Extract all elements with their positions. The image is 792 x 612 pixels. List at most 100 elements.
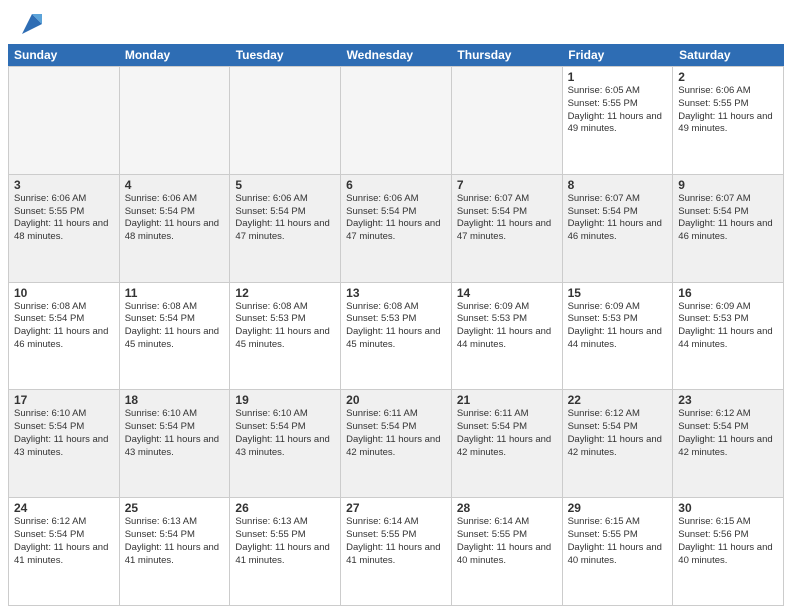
day-info: Sunrise: 6:15 AM Sunset: 5:55 PM Dayligh… bbox=[568, 516, 668, 567]
day-number: 28 bbox=[457, 501, 557, 515]
header-cell-sunday: Sunday bbox=[8, 44, 119, 66]
day-info: Sunrise: 6:12 AM Sunset: 5:54 PM Dayligh… bbox=[678, 408, 778, 459]
day-number: 11 bbox=[125, 286, 225, 300]
day-info: Sunrise: 6:14 AM Sunset: 5:55 PM Dayligh… bbox=[457, 516, 557, 567]
day-number: 16 bbox=[678, 286, 778, 300]
day-info: Sunrise: 6:09 AM Sunset: 5:53 PM Dayligh… bbox=[678, 301, 778, 352]
day-info: Sunrise: 6:14 AM Sunset: 5:55 PM Dayligh… bbox=[346, 516, 446, 567]
calendar-cell: 1Sunrise: 6:05 AM Sunset: 5:55 PM Daylig… bbox=[563, 67, 674, 174]
calendar-cell: 26Sunrise: 6:13 AM Sunset: 5:55 PM Dayli… bbox=[230, 498, 341, 605]
day-number: 5 bbox=[235, 178, 335, 192]
calendar-cell: 12Sunrise: 6:08 AM Sunset: 5:53 PM Dayli… bbox=[230, 283, 341, 390]
calendar-cell: 9Sunrise: 6:07 AM Sunset: 5:54 PM Daylig… bbox=[673, 175, 784, 282]
calendar-cell: 22Sunrise: 6:12 AM Sunset: 5:54 PM Dayli… bbox=[563, 390, 674, 497]
calendar-cell: 2Sunrise: 6:06 AM Sunset: 5:55 PM Daylig… bbox=[673, 67, 784, 174]
day-info: Sunrise: 6:11 AM Sunset: 5:54 PM Dayligh… bbox=[457, 408, 557, 459]
day-info: Sunrise: 6:10 AM Sunset: 5:54 PM Dayligh… bbox=[125, 408, 225, 459]
day-number: 2 bbox=[678, 70, 778, 84]
calendar-cell: 15Sunrise: 6:09 AM Sunset: 5:53 PM Dayli… bbox=[563, 283, 674, 390]
calendar-cell bbox=[230, 67, 341, 174]
day-number: 18 bbox=[125, 393, 225, 407]
day-info: Sunrise: 6:09 AM Sunset: 5:53 PM Dayligh… bbox=[457, 301, 557, 352]
calendar-cell: 13Sunrise: 6:08 AM Sunset: 5:53 PM Dayli… bbox=[341, 283, 452, 390]
day-info: Sunrise: 6:08 AM Sunset: 5:53 PM Dayligh… bbox=[235, 301, 335, 352]
day-info: Sunrise: 6:06 AM Sunset: 5:55 PM Dayligh… bbox=[678, 85, 778, 136]
day-info: Sunrise: 6:07 AM Sunset: 5:54 PM Dayligh… bbox=[568, 193, 668, 244]
day-info: Sunrise: 6:11 AM Sunset: 5:54 PM Dayligh… bbox=[346, 408, 446, 459]
day-info: Sunrise: 6:06 AM Sunset: 5:54 PM Dayligh… bbox=[346, 193, 446, 244]
day-info: Sunrise: 6:05 AM Sunset: 5:55 PM Dayligh… bbox=[568, 85, 668, 136]
day-number: 1 bbox=[568, 70, 668, 84]
calendar-row: 24Sunrise: 6:12 AM Sunset: 5:54 PM Dayli… bbox=[9, 498, 784, 606]
day-number: 6 bbox=[346, 178, 446, 192]
calendar-row: 10Sunrise: 6:08 AM Sunset: 5:54 PM Dayli… bbox=[9, 283, 784, 391]
day-number: 23 bbox=[678, 393, 778, 407]
day-number: 13 bbox=[346, 286, 446, 300]
header-cell-monday: Monday bbox=[119, 44, 230, 66]
calendar-cell: 21Sunrise: 6:11 AM Sunset: 5:54 PM Dayli… bbox=[452, 390, 563, 497]
calendar-cell: 11Sunrise: 6:08 AM Sunset: 5:54 PM Dayli… bbox=[120, 283, 231, 390]
day-info: Sunrise: 6:12 AM Sunset: 5:54 PM Dayligh… bbox=[568, 408, 668, 459]
day-number: 17 bbox=[14, 393, 114, 407]
day-info: Sunrise: 6:15 AM Sunset: 5:56 PM Dayligh… bbox=[678, 516, 778, 567]
header-cell-tuesday: Tuesday bbox=[230, 44, 341, 66]
calendar-cell: 6Sunrise: 6:06 AM Sunset: 5:54 PM Daylig… bbox=[341, 175, 452, 282]
calendar-cell bbox=[120, 67, 231, 174]
day-number: 20 bbox=[346, 393, 446, 407]
calendar-cell bbox=[9, 67, 120, 174]
day-info: Sunrise: 6:06 AM Sunset: 5:54 PM Dayligh… bbox=[125, 193, 225, 244]
calendar-header: SundayMondayTuesdayWednesdayThursdayFrid… bbox=[8, 44, 784, 66]
calendar-cell: 7Sunrise: 6:07 AM Sunset: 5:54 PM Daylig… bbox=[452, 175, 563, 282]
header-cell-saturday: Saturday bbox=[673, 44, 784, 66]
day-number: 29 bbox=[568, 501, 668, 515]
day-number: 12 bbox=[235, 286, 335, 300]
day-number: 3 bbox=[14, 178, 114, 192]
header-cell-thursday: Thursday bbox=[451, 44, 562, 66]
calendar-cell: 8Sunrise: 6:07 AM Sunset: 5:54 PM Daylig… bbox=[563, 175, 674, 282]
day-info: Sunrise: 6:12 AM Sunset: 5:54 PM Dayligh… bbox=[14, 516, 114, 567]
calendar-cell: 17Sunrise: 6:10 AM Sunset: 5:54 PM Dayli… bbox=[9, 390, 120, 497]
day-number: 9 bbox=[678, 178, 778, 192]
calendar-cell: 30Sunrise: 6:15 AM Sunset: 5:56 PM Dayli… bbox=[673, 498, 784, 605]
page: SundayMondayTuesdayWednesdayThursdayFrid… bbox=[0, 0, 792, 612]
day-info: Sunrise: 6:13 AM Sunset: 5:55 PM Dayligh… bbox=[235, 516, 335, 567]
calendar-cell: 19Sunrise: 6:10 AM Sunset: 5:54 PM Dayli… bbox=[230, 390, 341, 497]
day-number: 14 bbox=[457, 286, 557, 300]
day-info: Sunrise: 6:07 AM Sunset: 5:54 PM Dayligh… bbox=[457, 193, 557, 244]
day-info: Sunrise: 6:08 AM Sunset: 5:54 PM Dayligh… bbox=[14, 301, 114, 352]
calendar-cell: 23Sunrise: 6:12 AM Sunset: 5:54 PM Dayli… bbox=[673, 390, 784, 497]
day-info: Sunrise: 6:09 AM Sunset: 5:53 PM Dayligh… bbox=[568, 301, 668, 352]
calendar-cell bbox=[452, 67, 563, 174]
calendar-cell: 28Sunrise: 6:14 AM Sunset: 5:55 PM Dayli… bbox=[452, 498, 563, 605]
day-info: Sunrise: 6:06 AM Sunset: 5:54 PM Dayligh… bbox=[235, 193, 335, 244]
calendar: SundayMondayTuesdayWednesdayThursdayFrid… bbox=[0, 44, 792, 612]
day-info: Sunrise: 6:06 AM Sunset: 5:55 PM Dayligh… bbox=[14, 193, 114, 244]
day-number: 27 bbox=[346, 501, 446, 515]
day-number: 7 bbox=[457, 178, 557, 192]
header-cell-friday: Friday bbox=[562, 44, 673, 66]
calendar-row: 1Sunrise: 6:05 AM Sunset: 5:55 PM Daylig… bbox=[9, 67, 784, 175]
day-info: Sunrise: 6:10 AM Sunset: 5:54 PM Dayligh… bbox=[14, 408, 114, 459]
day-number: 15 bbox=[568, 286, 668, 300]
calendar-cell: 24Sunrise: 6:12 AM Sunset: 5:54 PM Dayli… bbox=[9, 498, 120, 605]
day-number: 22 bbox=[568, 393, 668, 407]
calendar-cell: 27Sunrise: 6:14 AM Sunset: 5:55 PM Dayli… bbox=[341, 498, 452, 605]
calendar-cell: 16Sunrise: 6:09 AM Sunset: 5:53 PM Dayli… bbox=[673, 283, 784, 390]
calendar-cell: 14Sunrise: 6:09 AM Sunset: 5:53 PM Dayli… bbox=[452, 283, 563, 390]
calendar-cell: 20Sunrise: 6:11 AM Sunset: 5:54 PM Dayli… bbox=[341, 390, 452, 497]
calendar-body: 1Sunrise: 6:05 AM Sunset: 5:55 PM Daylig… bbox=[8, 66, 784, 606]
calendar-row: 17Sunrise: 6:10 AM Sunset: 5:54 PM Dayli… bbox=[9, 390, 784, 498]
day-info: Sunrise: 6:07 AM Sunset: 5:54 PM Dayligh… bbox=[678, 193, 778, 244]
day-number: 8 bbox=[568, 178, 668, 192]
calendar-cell: 25Sunrise: 6:13 AM Sunset: 5:54 PM Dayli… bbox=[120, 498, 231, 605]
day-info: Sunrise: 6:08 AM Sunset: 5:53 PM Dayligh… bbox=[346, 301, 446, 352]
day-number: 25 bbox=[125, 501, 225, 515]
day-number: 21 bbox=[457, 393, 557, 407]
day-info: Sunrise: 6:10 AM Sunset: 5:54 PM Dayligh… bbox=[235, 408, 335, 459]
calendar-cell: 3Sunrise: 6:06 AM Sunset: 5:55 PM Daylig… bbox=[9, 175, 120, 282]
calendar-cell: 10Sunrise: 6:08 AM Sunset: 5:54 PM Dayli… bbox=[9, 283, 120, 390]
logo-icon bbox=[18, 10, 46, 38]
calendar-cell: 5Sunrise: 6:06 AM Sunset: 5:54 PM Daylig… bbox=[230, 175, 341, 282]
calendar-cell: 18Sunrise: 6:10 AM Sunset: 5:54 PM Dayli… bbox=[120, 390, 231, 497]
day-number: 26 bbox=[235, 501, 335, 515]
